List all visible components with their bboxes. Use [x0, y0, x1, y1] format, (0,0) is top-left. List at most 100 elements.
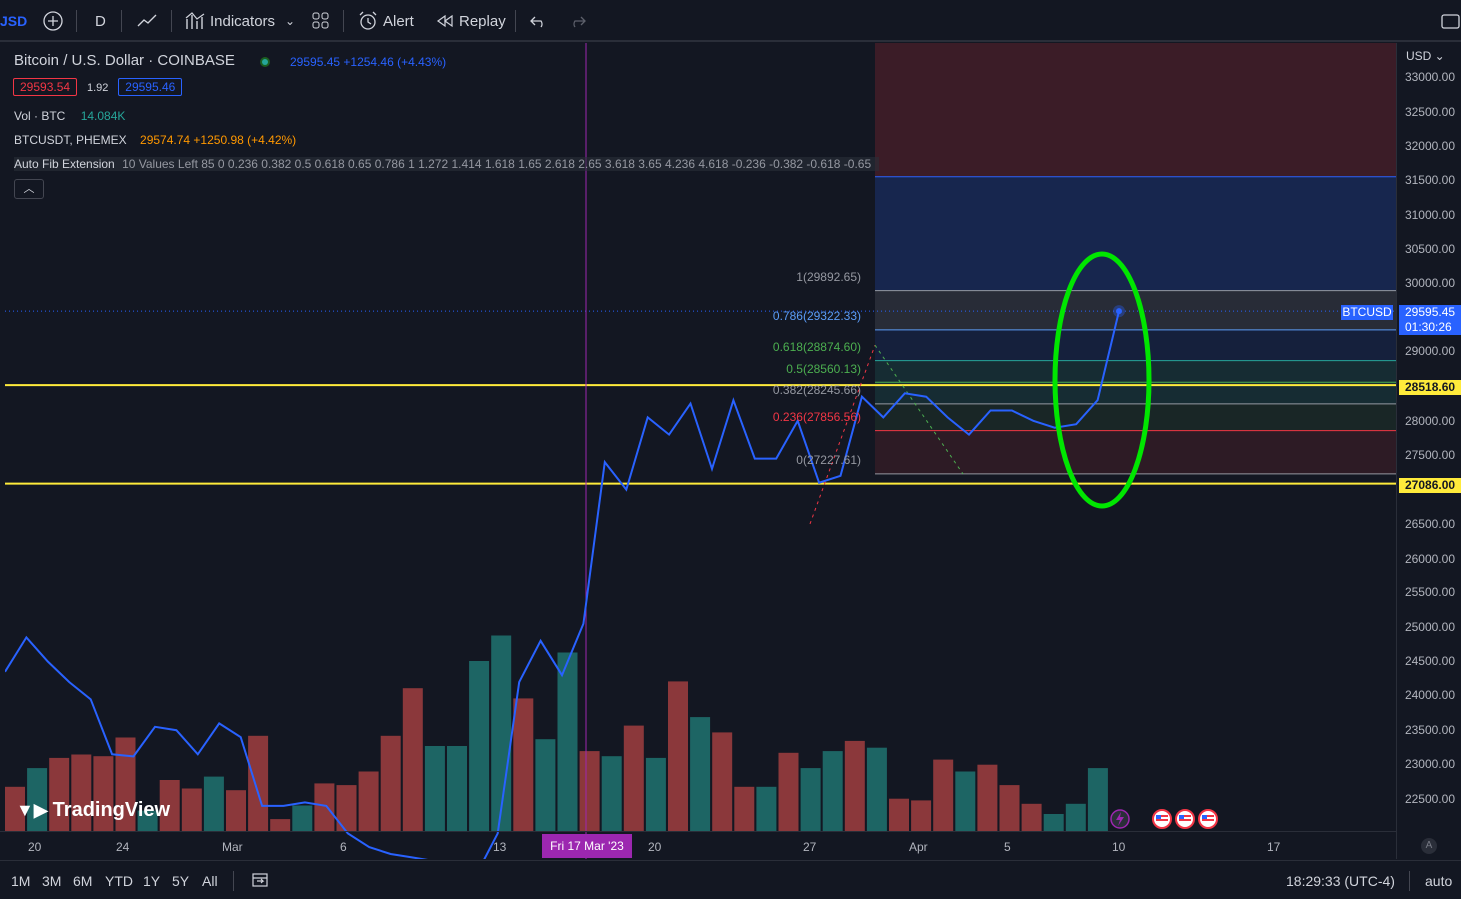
- compare-symbol: BTCUSDT, PHEMEX: [14, 133, 127, 147]
- fib-level-label: 0(27227.61): [796, 453, 861, 467]
- volume-bar: [402, 688, 423, 831]
- price-tick: 32500.00: [1404, 105, 1455, 119]
- currency-selector[interactable]: USD ⌄: [1406, 49, 1445, 63]
- date-range-icon[interactable]: [251, 871, 269, 892]
- divider: [121, 10, 122, 32]
- fullscreen-icon[interactable]: [1440, 8, 1460, 34]
- volume-bar: [999, 785, 1020, 831]
- price-tick: 24000.00: [1404, 688, 1455, 702]
- auto-scale-toggle[interactable]: auto: [1425, 873, 1452, 889]
- time-tick: 10: [1112, 840, 1126, 854]
- time-tick: 13: [493, 840, 507, 854]
- chevron-down-icon[interactable]: ⌄: [285, 8, 295, 34]
- range-ytd[interactable]: YTD: [105, 873, 133, 889]
- volume-bar: [181, 788, 202, 831]
- compare-value: 29574.74 +1250.98 (+4.42%): [140, 133, 297, 147]
- volume-bar: [424, 746, 445, 831]
- logo-text: TradingView: [52, 799, 171, 821]
- volume-bar: [800, 768, 821, 831]
- volume-bar: [690, 717, 711, 831]
- time-tick: 5: [1004, 840, 1011, 854]
- divider: [1409, 871, 1410, 891]
- logo-icon: ▼▶: [16, 800, 53, 820]
- bid-price[interactable]: 29593.54: [13, 78, 78, 96]
- price-tick: 23000.00: [1404, 757, 1455, 771]
- volume-bar: [380, 735, 401, 831]
- us-flag-icon[interactable]: [1151, 808, 1173, 830]
- interval-button[interactable]: D: [95, 8, 106, 34]
- us-flag-icon[interactable]: [1174, 808, 1196, 830]
- volume-bar: [203, 776, 224, 831]
- divider: [171, 10, 172, 32]
- range-3m[interactable]: 3M: [42, 873, 61, 889]
- price-tick: 28000.00: [1404, 414, 1455, 428]
- range-1m[interactable]: 1M: [11, 873, 30, 889]
- layout-grid-icon[interactable]: [311, 8, 331, 34]
- rewind-icon: [436, 14, 453, 28]
- time-tick: 24: [116, 840, 130, 854]
- volume-bar: [1043, 814, 1064, 831]
- alert-button[interactable]: Alert: [357, 8, 414, 34]
- volume-bar: [601, 756, 622, 831]
- volume-bar: [623, 725, 644, 831]
- volume-bar: [1021, 803, 1042, 831]
- replay-label: Replay: [459, 12, 506, 30]
- range-1y[interactable]: 1Y: [143, 873, 160, 889]
- symbol-title[interactable]: Bitcoin / U.S. Dollar · COINBASE: [14, 52, 235, 69]
- range-all[interactable]: All: [202, 873, 218, 889]
- time-tick: 20: [28, 840, 42, 854]
- fib-level-label: 0.618(28874.60): [772, 340, 861, 354]
- volume-bar: [668, 681, 688, 831]
- volume-value: 14.084K: [80, 109, 126, 123]
- symbol-tag: BTCUSD: [1341, 305, 1393, 320]
- price-tick: 26000.00: [1404, 552, 1455, 566]
- ask-price[interactable]: 29595.46: [118, 78, 183, 96]
- fib-legend[interactable]: Auto Fib Extension 10 Values Left 85 0 0…: [14, 157, 880, 171]
- time-axis[interactable]: 20 24 Mar 6 13 20 27 Apr 5 10 17 Fri 17 …: [0, 831, 1437, 860]
- bottom-toolbar: 1M 3M 6M YTD 1Y 5Y All 18:29:33 (UTC-4) …: [0, 860, 1461, 899]
- volume-bar: [447, 746, 467, 831]
- volume-bar: [469, 661, 490, 831]
- chart-type-icon[interactable]: [136, 8, 158, 34]
- last-price-tag[interactable]: 29595.45: [1399, 305, 1461, 320]
- price-tick: 24500.00: [1404, 654, 1455, 668]
- volume-bar: [911, 800, 932, 831]
- volume-bar: [889, 798, 909, 831]
- auto-scale-icon[interactable]: A: [1421, 838, 1437, 854]
- chart-pane[interactable]: Bitcoin / U.S. Dollar · COINBASE 29595.4…: [5, 43, 1396, 859]
- add-symbol-icon[interactable]: [42, 8, 64, 34]
- volume-legend[interactable]: Vol · BTC 14.084K: [14, 109, 125, 123]
- volume-bar: [844, 740, 865, 831]
- top-toolbar: JSD D Indicators ⌄ Alert Replay: [0, 0, 1461, 42]
- replay-button[interactable]: Replay: [436, 8, 506, 34]
- price-tick: 30500.00: [1404, 242, 1455, 256]
- upper-line-tag[interactable]: 28518.60: [1399, 380, 1461, 395]
- tradingview-logo[interactable]: ▼▶ TradingView: [16, 799, 170, 822]
- last-price-change: 29595.45 +1254.46 (+4.43%): [290, 55, 447, 69]
- undo-icon[interactable]: [529, 8, 549, 34]
- price-tick: 27500.00: [1404, 448, 1455, 462]
- clock-timezone[interactable]: 18:29:33 (UTC-4): [1286, 873, 1395, 889]
- price-axis[interactable]: USD ⌄ 33000.00 32500.00 32000.00 31500.0…: [1396, 43, 1461, 859]
- redo-icon[interactable]: [567, 8, 587, 34]
- range-6m[interactable]: 6M: [73, 873, 92, 889]
- us-flag-icon[interactable]: [1197, 808, 1219, 830]
- divider: [233, 871, 234, 891]
- fib-zone: [875, 329, 1396, 361]
- price-tick: 25000.00: [1404, 620, 1455, 634]
- volume-bar: [535, 739, 556, 831]
- economic-events[interactable]: [1151, 808, 1219, 830]
- time-tick: 20: [648, 840, 662, 854]
- volume-bar: [1087, 768, 1108, 831]
- time-tick: 27: [803, 840, 817, 854]
- lower-line-tag[interactable]: 27086.00: [1399, 478, 1461, 493]
- indicators-button[interactable]: Indicators: [184, 8, 275, 34]
- bid-ask-row: 29593.54 1.92 29595.46: [13, 78, 183, 96]
- compare-legend[interactable]: BTCUSDT, PHEMEX 29574.74 +1250.98 (+4.42…: [14, 133, 296, 147]
- volume-bar: [756, 786, 777, 831]
- lightning-event-icon[interactable]: [1109, 808, 1131, 833]
- symbol-search[interactable]: JSD: [0, 8, 27, 34]
- collapse-legend-button[interactable]: ︿: [14, 179, 44, 199]
- volume-bar: [358, 771, 379, 831]
- range-5y[interactable]: 5Y: [172, 873, 189, 889]
